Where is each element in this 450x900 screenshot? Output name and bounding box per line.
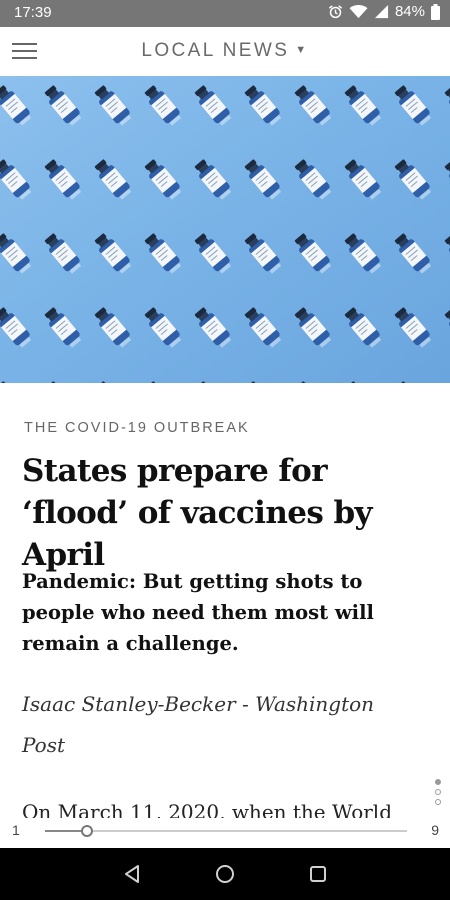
app-bar: LOCAL NEWS ▼ xyxy=(0,27,450,76)
alarm-icon xyxy=(328,5,343,19)
page-slider-bar: 1 9 xyxy=(0,818,450,848)
vaccine-vials-photo xyxy=(0,76,450,383)
battery-icon xyxy=(431,3,440,20)
caret-down-icon: ▼ xyxy=(295,44,309,56)
page-slider-max: 9 xyxy=(431,822,439,838)
article-byline: Isaac Stanley-Becker - Washington Post xyxy=(22,692,375,757)
wifi-icon xyxy=(349,5,368,19)
page-slider-thumb[interactable] xyxy=(81,825,93,837)
system-nav-bar xyxy=(0,848,450,900)
page-dot xyxy=(435,779,441,785)
home-icon[interactable] xyxy=(213,862,237,886)
status-bar: 17:39 84% xyxy=(0,0,450,27)
page-dot xyxy=(435,799,441,805)
article-headline: States prepare for ‘flood’ of vaccines b… xyxy=(22,453,373,573)
back-icon[interactable] xyxy=(120,862,144,886)
article-kicker: THE COVID-19 OUTBREAK xyxy=(24,420,250,436)
signal-icon xyxy=(374,4,389,19)
hero-image xyxy=(0,76,450,383)
article-dek: Pandemic: But getting shots to people wh… xyxy=(22,570,374,655)
battery-level: 84% xyxy=(394,3,425,20)
page-slider[interactable] xyxy=(45,825,407,837)
section-selector[interactable]: LOCAL NEWS ▼ xyxy=(0,40,450,62)
recents-icon[interactable] xyxy=(306,862,330,886)
status-icons: 84% xyxy=(328,3,440,20)
page-slider-min: 1 xyxy=(12,822,20,838)
status-time: 17:39 xyxy=(14,4,52,21)
page-dot xyxy=(435,789,441,795)
page-indicator xyxy=(435,779,445,809)
section-title: LOCAL NEWS xyxy=(141,40,290,61)
